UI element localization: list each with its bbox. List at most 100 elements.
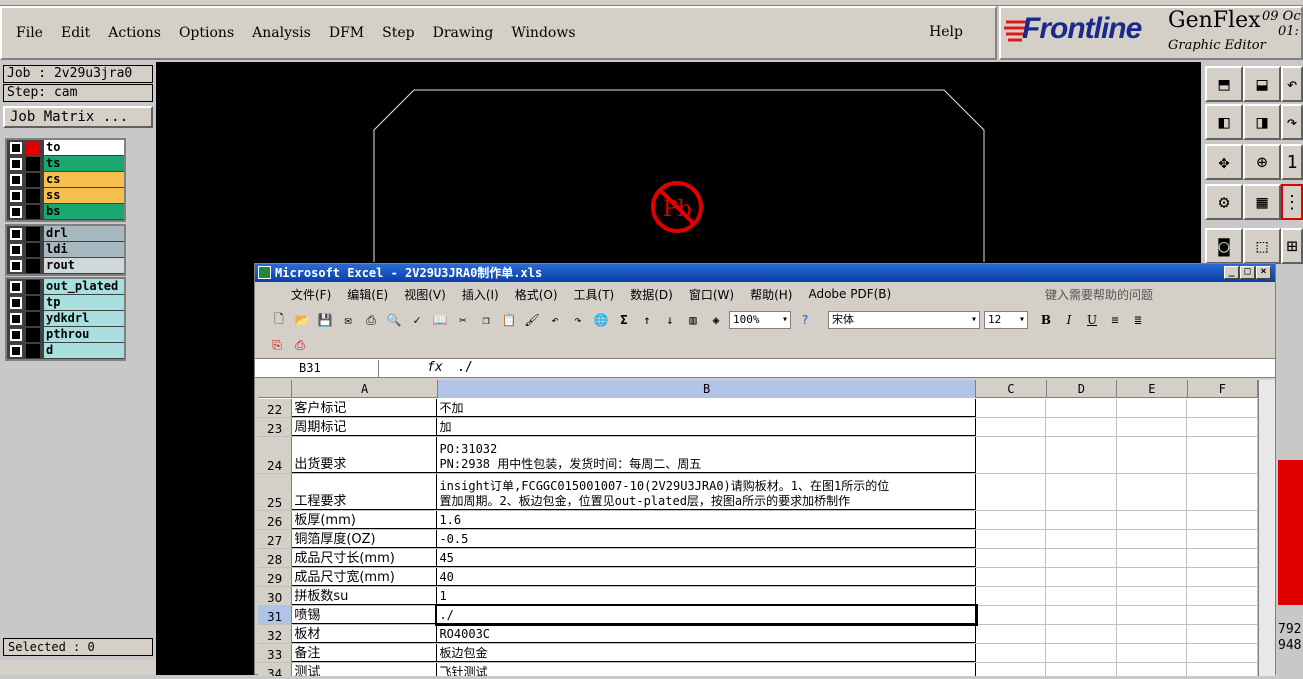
excel-menu-item[interactable]: 视图(V): [404, 286, 446, 303]
cell-empty[interactable]: [1187, 474, 1258, 510]
tool-right-icon[interactable]: ◨: [1243, 104, 1281, 140]
cell-empty[interactable]: [1117, 418, 1188, 436]
cell-empty[interactable]: [1046, 568, 1117, 586]
cell-b[interactable]: 不加: [437, 399, 976, 417]
autosum-icon[interactable]: Σ: [614, 311, 634, 329]
excel-menu-item[interactable]: 数据(D): [630, 286, 673, 303]
cell-empty[interactable]: [1046, 511, 1117, 529]
grid-icon[interactable]: ▦: [1243, 184, 1281, 220]
fx-icon[interactable]: fx: [427, 360, 443, 375]
layer-checkbox[interactable]: [10, 227, 22, 240]
formula-input[interactable]: ./: [457, 360, 473, 375]
underline-icon[interactable]: U: [1082, 311, 1102, 329]
cell-empty[interactable]: [1046, 663, 1117, 676]
layer-checkbox[interactable]: [10, 243, 22, 256]
cell-a[interactable]: 周期标记: [292, 418, 438, 436]
layer-row-tp[interactable]: tp: [7, 295, 124, 311]
spelling-icon[interactable]: ✓: [407, 311, 427, 329]
cut-icon[interactable]: ✂: [453, 311, 473, 329]
column-header-d[interactable]: D: [1047, 380, 1118, 398]
cell-empty[interactable]: [976, 530, 1047, 548]
layer-checkbox[interactable]: [10, 189, 22, 202]
layer-checkbox[interactable]: [10, 173, 22, 186]
layer-row-pthrou[interactable]: pthrou: [7, 327, 124, 343]
cell-empty[interactable]: [976, 474, 1047, 510]
cell-empty[interactable]: [976, 587, 1047, 605]
excel-menu-item[interactable]: 帮助(H): [750, 286, 792, 303]
layer-row-to[interactable]: to: [7, 140, 124, 156]
row-header[interactable]: 24: [258, 437, 293, 473]
cell-empty[interactable]: [1117, 399, 1188, 417]
maximize-icon[interactable]: □: [1240, 266, 1255, 279]
cell-a[interactable]: 成品尺寸长(mm): [292, 549, 438, 567]
snap-icon[interactable]: ⋮: [1281, 184, 1303, 220]
menu-drawing[interactable]: Drawing: [433, 25, 494, 41]
select-all-corner[interactable]: [258, 380, 293, 398]
copy-icon[interactable]: ❐: [476, 311, 496, 329]
layer-row-drl[interactable]: drl: [7, 226, 124, 242]
job-matrix-button[interactable]: Job Matrix ...: [3, 106, 153, 128]
cell-empty[interactable]: [1046, 644, 1117, 662]
layer-row-ydkdrl[interactable]: ydkdrl: [7, 311, 124, 327]
row-header[interactable]: 32: [258, 625, 293, 643]
open-icon[interactable]: 📂: [292, 311, 312, 329]
format-painter-icon[interactable]: 🖌: [522, 311, 542, 329]
sort-desc-icon[interactable]: ↓: [660, 311, 680, 329]
help-search-input[interactable]: 键入需要帮助的问题: [1045, 286, 1215, 302]
cell-empty[interactable]: [1117, 663, 1188, 676]
tool-bottom-icon[interactable]: ⬓: [1243, 66, 1281, 102]
redo-excel-icon[interactable]: ↷: [568, 311, 588, 329]
cell-empty[interactable]: [1187, 399, 1258, 417]
menu-step[interactable]: Step: [382, 25, 414, 41]
cell-empty[interactable]: [976, 437, 1047, 473]
cell-a[interactable]: 喷锡: [292, 606, 438, 624]
layer-row-rout[interactable]: rout: [7, 258, 124, 274]
cell-empty[interactable]: [1187, 549, 1258, 567]
cell-empty[interactable]: [1187, 606, 1258, 624]
cell-empty[interactable]: [1187, 530, 1258, 548]
settings-icon[interactable]: ⚙: [1205, 184, 1243, 220]
cell-empty[interactable]: [976, 549, 1047, 567]
cell-empty[interactable]: [1046, 418, 1117, 436]
cell-empty[interactable]: [1046, 606, 1117, 624]
align-left-icon[interactable]: ≡: [1105, 311, 1125, 329]
menu-dfm[interactable]: DFM: [329, 25, 364, 41]
row-header[interactable]: 27: [258, 530, 293, 548]
sort-asc-icon[interactable]: ↑: [637, 311, 657, 329]
vertical-scrollbar[interactable]: [1258, 380, 1275, 676]
row-header[interactable]: 31: [258, 606, 293, 624]
cell-empty[interactable]: [976, 663, 1047, 676]
cell-empty[interactable]: [1187, 437, 1258, 473]
column-header-a[interactable]: A: [292, 380, 439, 398]
excel-menu-item[interactable]: 编辑(E): [347, 286, 388, 303]
preview-icon[interactable]: 🔍: [384, 311, 404, 329]
cell-b[interactable]: 飞针测试: [437, 663, 976, 676]
cell-empty[interactable]: [1117, 644, 1188, 662]
row-header[interactable]: 30: [258, 587, 293, 605]
row-header[interactable]: 22: [258, 399, 293, 417]
pdf-mail-icon[interactable]: ⎙: [290, 336, 310, 354]
row-header[interactable]: 23: [258, 418, 293, 436]
ruler-icon[interactable]: 1: [1281, 144, 1303, 180]
row-header[interactable]: 29: [258, 568, 293, 586]
cell-a[interactable]: 测试: [292, 663, 438, 676]
zoom-fit-icon[interactable]: ✥: [1205, 144, 1243, 180]
cell-empty[interactable]: [1187, 644, 1258, 662]
new-icon[interactable]: 🗋: [269, 311, 289, 329]
cell-empty[interactable]: [1046, 530, 1117, 548]
cell-empty[interactable]: [1117, 606, 1188, 624]
layer-row-ts[interactable]: ts: [7, 156, 124, 172]
layer-checkbox[interactable]: [10, 259, 22, 272]
redo-icon[interactable]: ↷: [1281, 104, 1303, 140]
cell-empty[interactable]: [976, 511, 1047, 529]
cell-empty[interactable]: [1117, 474, 1188, 510]
close-icon[interactable]: ×: [1256, 266, 1271, 279]
bold-icon[interactable]: B: [1036, 311, 1056, 329]
row-header[interactable]: 25: [258, 474, 293, 510]
cell-empty[interactable]: [1046, 437, 1117, 473]
layer-checkbox[interactable]: [10, 312, 22, 325]
drawing-icon[interactable]: ◈: [706, 311, 726, 329]
layer-checkbox[interactable]: [10, 157, 22, 170]
excel-menu-item[interactable]: 格式(O): [515, 286, 558, 303]
cell-empty[interactable]: [1187, 511, 1258, 529]
